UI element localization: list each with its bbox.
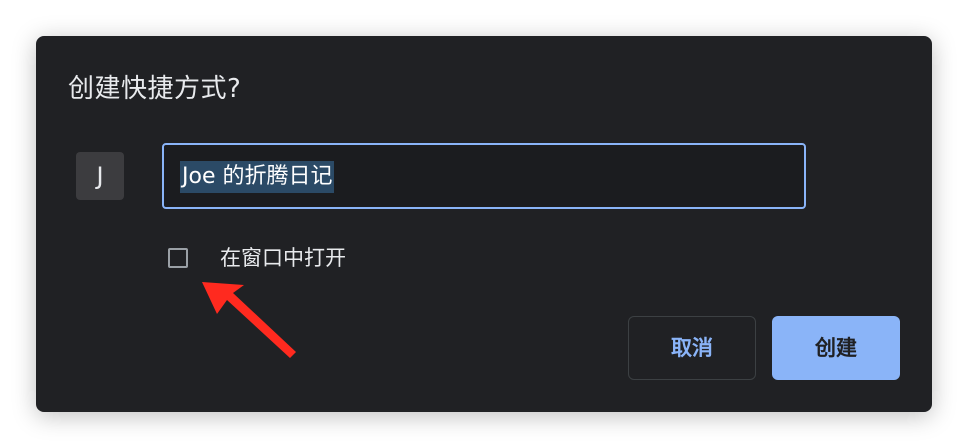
dialog-title: 创建快捷方式? <box>68 74 242 104</box>
shortcut-name-input[interactable]: Joe 的折腾日记 <box>162 143 806 209</box>
create-button[interactable]: 创建 <box>772 316 900 380</box>
cancel-button[interactable]: 取消 <box>628 316 756 380</box>
open-in-window-label[interactable]: 在窗口中打开 <box>220 244 346 272</box>
shortcut-name-value[interactable]: Joe 的折腾日记 <box>180 161 335 193</box>
open-in-window-option[interactable]: 在窗口中打开 <box>168 240 346 276</box>
create-shortcut-dialog: 创建快捷方式? J Joe 的折腾日记 在窗口中打开 取消 创建 <box>36 36 932 412</box>
site-icon: J <box>76 152 124 200</box>
open-in-window-checkbox[interactable] <box>168 248 188 268</box>
